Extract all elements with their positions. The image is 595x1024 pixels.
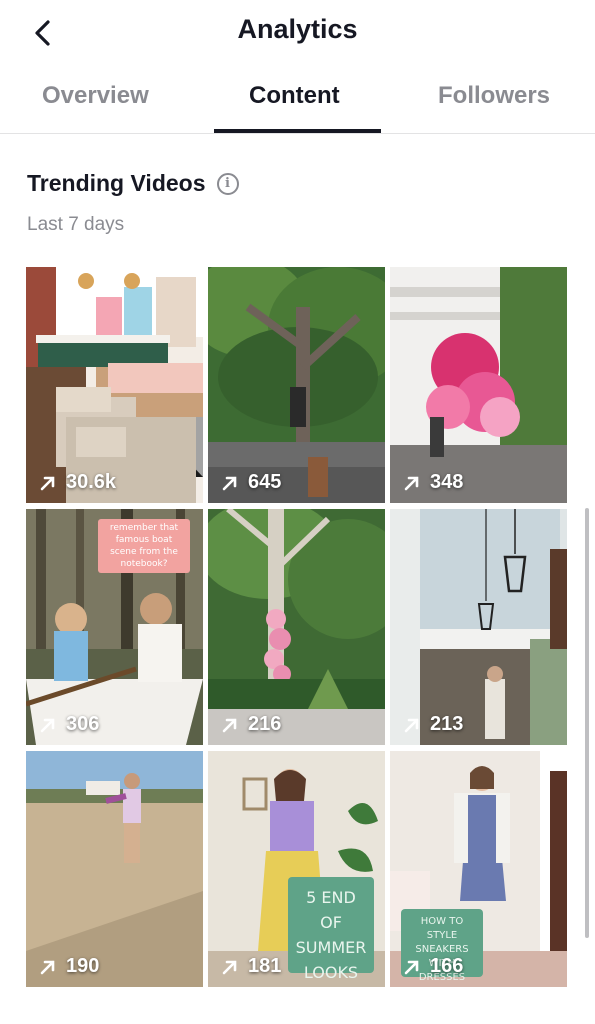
trending-arrow-icon — [404, 476, 419, 490]
video-tile[interactable]: 348 — [390, 267, 567, 503]
video-tile[interactable]: 190 — [26, 751, 203, 987]
view-count-text: 645 — [248, 471, 282, 493]
tab-bar: Overview Content Followers — [0, 72, 595, 134]
video-tile[interactable]: HOW TO STYLE SNEAKERS WITH DRESSES 166 — [390, 751, 567, 987]
tab-overview[interactable]: Overview — [42, 82, 149, 110]
section-header: Trending Videos i — [27, 170, 239, 197]
section-title: Trending Videos — [27, 170, 206, 196]
trending-arrow-icon — [404, 960, 419, 974]
video-overlay-caption: 5 END OF SUMMER LOOKS — [288, 877, 374, 982]
trending-arrow-icon — [222, 476, 237, 490]
scrollbar[interactable] — [585, 508, 589, 938]
video-tile[interactable]: 645 — [208, 267, 385, 503]
tab-followers[interactable]: Followers — [438, 82, 550, 110]
video-thumbnail — [390, 509, 567, 745]
video-tile[interactable]: 30.6k — [26, 267, 203, 503]
view-count-text: 348 — [430, 471, 464, 493]
view-count: 181 — [220, 955, 281, 978]
view-count-text: 181 — [248, 955, 282, 977]
trending-arrow-icon — [222, 960, 237, 974]
view-count-text: 216 — [248, 713, 282, 735]
view-count-text: 306 — [66, 713, 100, 735]
video-overlay-caption: remember that famous boat scene from the… — [98, 519, 190, 573]
video-tile[interactable]: 213 — [390, 509, 567, 745]
view-count: 216 — [220, 713, 281, 736]
trending-arrow-icon — [404, 718, 419, 732]
video-thumbnail — [208, 267, 385, 503]
view-count-text: 166 — [430, 955, 464, 977]
page-title: Analytics — [237, 14, 358, 44]
video-thumbnail — [390, 267, 567, 503]
view-count: 30.6k — [38, 471, 116, 494]
active-tab-indicator — [214, 129, 381, 133]
section-subtitle: Last 7 days — [27, 214, 125, 235]
video-tile[interactable]: 216 — [208, 509, 385, 745]
video-tile[interactable]: 5 END OF SUMMER LOOKS 181 — [208, 751, 385, 987]
trending-arrow-icon — [222, 718, 237, 732]
view-count-text: 213 — [430, 713, 464, 735]
video-thumbnail — [208, 509, 385, 745]
tab-content[interactable]: Content — [249, 82, 340, 110]
view-count: 190 — [38, 955, 99, 978]
view-count: 645 — [220, 471, 281, 494]
video-thumbnail — [26, 751, 203, 987]
info-icon[interactable]: i — [216, 172, 239, 195]
app-header: Analytics — [0, 0, 595, 66]
trending-arrow-icon — [40, 960, 55, 974]
trending-arrow-icon — [40, 718, 55, 732]
view-count: 213 — [402, 713, 463, 736]
view-count: 306 — [38, 713, 99, 736]
video-tile[interactable]: remember that famous boat scene from the… — [26, 509, 203, 745]
view-count: 166 — [402, 955, 463, 978]
video-thumbnail — [26, 267, 203, 503]
view-count-text: 30.6k — [66, 471, 117, 493]
view-count: 348 — [402, 471, 463, 494]
trending-arrow-icon — [40, 476, 55, 490]
view-count-text: 190 — [66, 955, 100, 977]
